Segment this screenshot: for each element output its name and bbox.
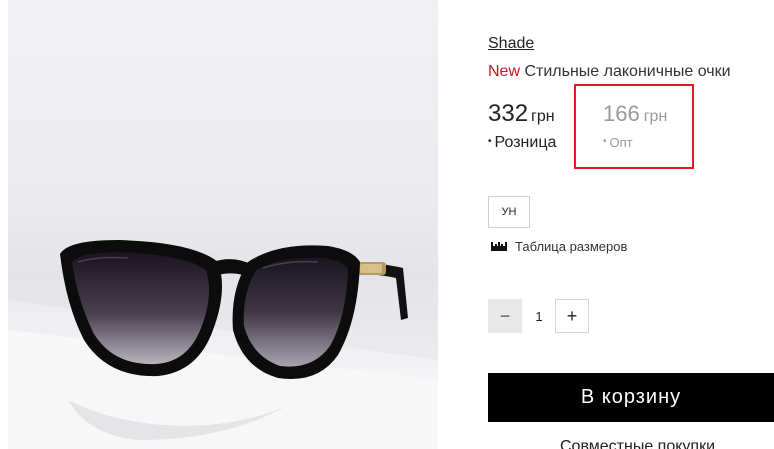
wholesale-price-value: 166 xyxy=(603,101,640,126)
bullet-icon: • xyxy=(488,136,492,147)
size-option-un[interactable]: УН xyxy=(488,196,530,228)
add-to-cart-button[interactable]: В корзину xyxy=(488,373,774,422)
retail-price-value: 332 xyxy=(488,100,529,127)
retail-price: 332 грн xyxy=(488,100,555,128)
wholesale-price: 166 грн xyxy=(603,101,667,127)
joint-purchase-link[interactable]: Совместные покупки xyxy=(560,438,715,449)
product-photo xyxy=(8,0,438,449)
quantity-increase-button[interactable]: + xyxy=(555,299,589,333)
bullet-icon: • xyxy=(603,136,607,147)
wholesale-label-text: Опт xyxy=(609,135,633,150)
size-table-link[interactable]: Таблица размеров xyxy=(491,239,627,254)
product-title: New Стильные лаконичные очки xyxy=(488,63,731,81)
retail-price-currency: грн xyxy=(531,108,555,125)
brand-link[interactable]: Shade xyxy=(488,35,534,53)
retail-price-label: • Розница xyxy=(488,134,556,152)
new-badge: New xyxy=(488,63,521,80)
wholesale-price-currency: грн xyxy=(643,108,668,125)
quantity-value[interactable]: 1 xyxy=(522,299,556,333)
ruler-icon xyxy=(491,239,507,254)
product-name: Стильные лаконичные очки xyxy=(524,63,731,80)
quantity-decrease-button[interactable]: − xyxy=(488,299,522,333)
retail-label-text: Розница xyxy=(494,134,557,151)
wholesale-price-label: • Опт xyxy=(603,135,633,150)
product-page: Shade New Стильные лаконичные очки 332 гр… xyxy=(0,0,774,449)
size-table-label: Таблица размеров xyxy=(515,239,628,254)
sunglasses-image xyxy=(8,240,438,449)
